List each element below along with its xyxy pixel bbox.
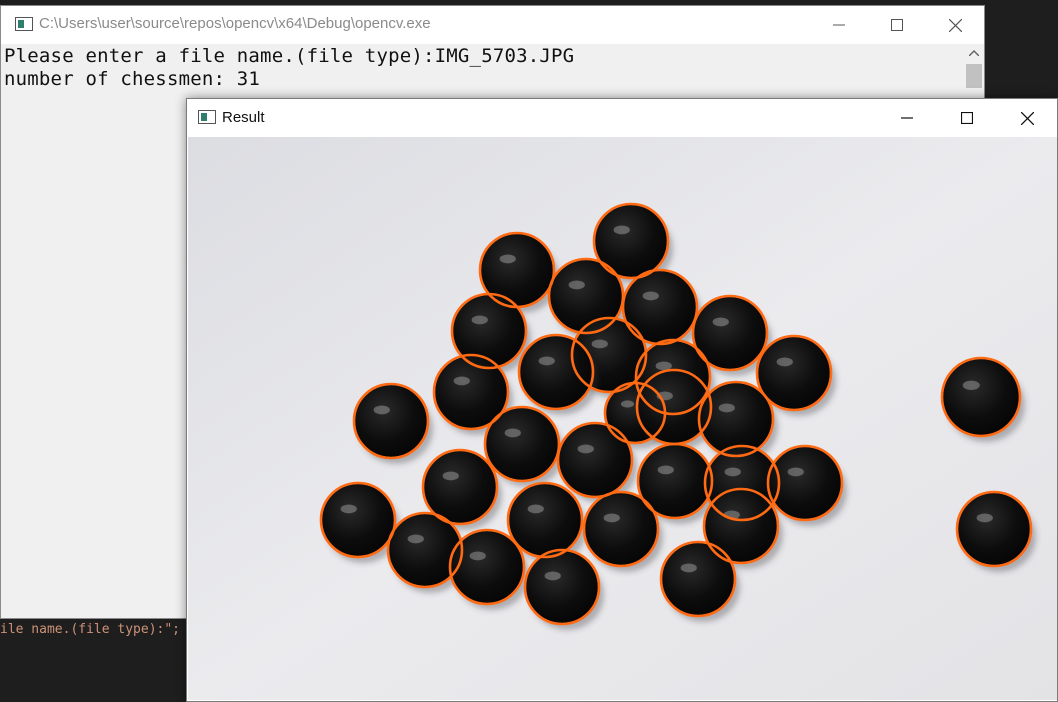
close-icon xyxy=(1020,111,1034,125)
piece-highlight xyxy=(718,403,735,413)
maximize-icon xyxy=(891,19,903,31)
piece-highlight xyxy=(976,513,993,523)
console-minimize-button[interactable] xyxy=(810,6,868,44)
piece-highlight xyxy=(499,254,516,264)
console-maximize-button[interactable] xyxy=(868,6,926,44)
chess-piece xyxy=(700,383,772,455)
result-maximize-button[interactable] xyxy=(937,99,997,137)
chess-piece xyxy=(958,493,1030,565)
console-app-icon xyxy=(15,17,33,31)
maximize-icon xyxy=(961,112,973,124)
result-title: Result xyxy=(222,109,265,126)
chess-piece xyxy=(943,359,1019,435)
chess-piece xyxy=(424,451,496,523)
result-window[interactable]: Result xyxy=(186,98,1058,702)
piece-highlight xyxy=(568,280,585,290)
chess-piece xyxy=(322,484,394,556)
result-app-icon xyxy=(198,110,216,124)
piece-highlight xyxy=(591,339,608,349)
chess-piece xyxy=(509,484,581,556)
close-icon xyxy=(948,18,962,32)
chess-piece xyxy=(520,336,592,408)
scroll-up-button[interactable] xyxy=(964,44,984,62)
console-output-line: Please enter a file name.(file type):IMG… xyxy=(4,45,575,67)
piece-highlight xyxy=(469,551,486,561)
result-image xyxy=(188,137,1057,700)
piece-highlight xyxy=(603,513,620,523)
piece-highlight xyxy=(620,400,635,408)
piece-highlight xyxy=(680,563,697,573)
console-output-line: number of chessmen: 31 xyxy=(4,68,261,90)
piece-highlight xyxy=(577,444,594,454)
piece-highlight xyxy=(657,465,674,475)
console-title: C:\Users\user\source\repos\opencv\x64\De… xyxy=(39,15,431,32)
piece-highlight xyxy=(712,317,729,327)
scroll-thumb[interactable] xyxy=(966,64,982,88)
piece-highlight xyxy=(538,356,555,366)
console-titlebar[interactable]: C:\Users\user\source\repos\opencv\x64\De… xyxy=(1,6,984,44)
piece-highlight xyxy=(962,380,980,390)
console-close-button[interactable] xyxy=(926,6,984,44)
piece-highlight xyxy=(787,467,804,477)
piece-highlight xyxy=(471,315,488,325)
result-close-button[interactable] xyxy=(997,99,1057,137)
chess-piece xyxy=(662,543,734,615)
editor-bottom-area: ile name.(file type):"; xyxy=(0,619,200,702)
piece-highlight xyxy=(613,225,630,235)
result-titlebar[interactable]: Result xyxy=(187,99,1057,137)
chess-piece xyxy=(355,385,427,457)
piece-highlight xyxy=(504,428,521,438)
piece-highlight xyxy=(527,504,544,514)
chess-piece xyxy=(526,551,598,623)
piece-highlight xyxy=(340,504,357,514)
chess-piece xyxy=(559,424,631,496)
chess-piece xyxy=(638,371,710,443)
piece-highlight xyxy=(776,357,793,367)
chevron-up-icon xyxy=(969,50,979,56)
chess-piece xyxy=(758,337,830,409)
piece-highlight xyxy=(724,467,741,477)
piece-highlight xyxy=(442,471,459,481)
piece-highlight xyxy=(407,534,424,544)
piece-highlight xyxy=(642,291,659,301)
piece-highlight xyxy=(373,405,390,415)
minimize-icon xyxy=(833,24,845,26)
piece-highlight xyxy=(544,571,561,581)
result-minimize-button[interactable] xyxy=(877,99,937,137)
piece-highlight xyxy=(453,376,470,386)
minimize-icon xyxy=(901,117,913,119)
editor-code-line[interactable]: ile name.(file type):"; xyxy=(0,622,180,637)
